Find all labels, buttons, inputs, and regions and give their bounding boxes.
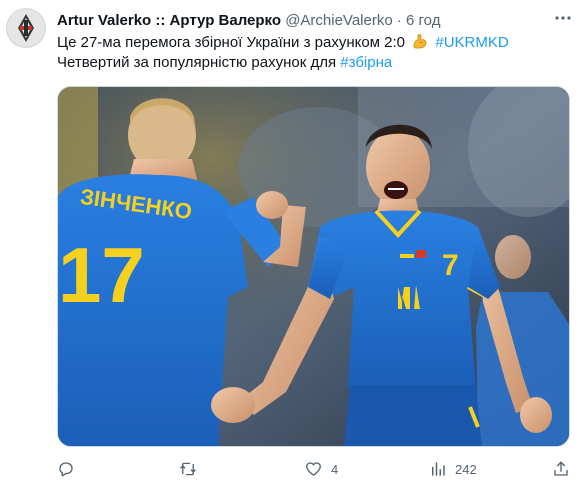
hashtag-zbirna-link[interactable]: #збірна bbox=[340, 54, 392, 71]
post-time[interactable]: 6 год bbox=[406, 12, 440, 29]
views-button[interactable]: 242 bbox=[429, 458, 477, 480]
views-count: 242 bbox=[455, 461, 477, 477]
avatar[interactable] bbox=[6, 8, 46, 48]
separator-dot: · bbox=[396, 12, 402, 29]
share-button[interactable] bbox=[552, 458, 570, 480]
action-bar: 4 242 bbox=[57, 458, 573, 480]
share-icon bbox=[554, 461, 568, 476]
like-count: 4 bbox=[331, 461, 339, 477]
author-name[interactable]: Artur Valerko :: Артур Валерко bbox=[57, 12, 281, 29]
retweet-icon bbox=[180, 462, 196, 476]
post-header: Artur Valerko :: Артур Валерко @ArchieVa… bbox=[57, 11, 440, 31]
player-left-number: 17 bbox=[58, 231, 145, 319]
views-chart-icon bbox=[432, 462, 445, 476]
like-button[interactable]: 4 bbox=[304, 458, 338, 480]
post-text-line-2: Четвертий за популярністю рахунок для #з… bbox=[57, 53, 567, 73]
reply-icon bbox=[59, 462, 73, 477]
post-text: Це 27-ма перемога збірної України з раху… bbox=[57, 32, 567, 73]
avatar-logo-icon bbox=[7, 9, 45, 47]
tweet[interactable]: Artur Valerko :: Артур Валерко @ArchieVa… bbox=[0, 0, 583, 486]
heart-icon bbox=[306, 462, 321, 476]
player-right-number: 7 bbox=[442, 249, 459, 282]
football-celebration-photo: ЗІНЧЕНКО 17 7 bbox=[58, 87, 569, 446]
flexed-biceps-emoji-icon bbox=[411, 32, 429, 50]
post-image[interactable]: ЗІНЧЕНКО 17 7 bbox=[57, 86, 570, 447]
more-options-icon[interactable] bbox=[551, 8, 575, 28]
post-text-part-2: Четвертий за популярністю рахунок для bbox=[57, 54, 337, 71]
author-handle[interactable]: @ArchieValerko bbox=[285, 12, 393, 29]
retweet-button[interactable] bbox=[178, 458, 206, 480]
post-text-line-1: Це 27-ма перемога збірної України з раху… bbox=[57, 32, 567, 53]
reply-button[interactable] bbox=[57, 458, 83, 480]
hashtag-ukrmkd-link[interactable]: #UKRMKD bbox=[435, 34, 508, 51]
post-text-part-1: Це 27-ма перемога збірної України з раху… bbox=[57, 34, 406, 51]
